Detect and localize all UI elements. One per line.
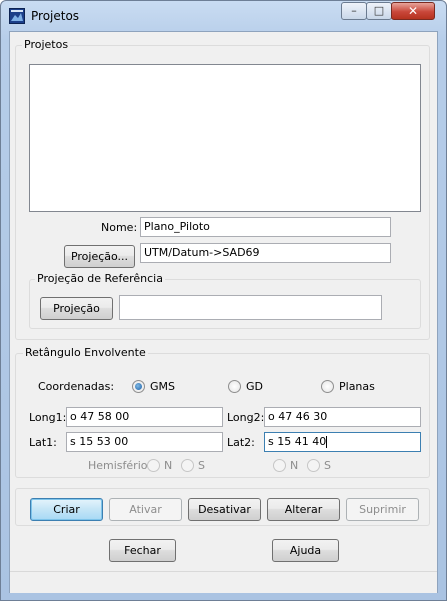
coordenadas-label: Coordenadas: (38, 380, 115, 393)
criar-button[interactable]: Criar (30, 498, 103, 521)
desativar-button[interactable]: Desativar (188, 498, 261, 521)
hemisferio2-n-radio[interactable] (273, 459, 286, 472)
projecao-field[interactable]: UTM/Datum->SAD69 (140, 243, 391, 263)
long1-label: Long1: (29, 411, 67, 424)
long2-label: Long2: (227, 411, 265, 424)
radio-gd-label[interactable]: GD (246, 380, 263, 393)
lat1-field[interactable]: s 15 53 00 (66, 432, 223, 452)
fechar-button[interactable]: Fechar (109, 539, 176, 562)
long2-field[interactable]: o 47 46 30 (264, 407, 421, 427)
radio-planas-label[interactable]: Planas (339, 380, 375, 393)
lat1-label: Lat1: (29, 436, 57, 449)
projecao-button[interactable]: Projeção... (64, 245, 135, 268)
ref-projecao-field[interactable] (119, 295, 382, 320)
app-window: Projetos – □ ✕ Projetos Nome: Plano_Pilo… (0, 0, 447, 601)
lat2-value: s 15 41 40 (268, 435, 327, 448)
nome-label: Nome: (101, 221, 138, 234)
maximize-button[interactable]: □ (366, 2, 392, 20)
projects-list[interactable] (29, 64, 421, 212)
hemisferio-label: Hemisfério: (88, 459, 152, 472)
map-app-icon (9, 8, 25, 24)
ref-projection-group-label: Projeção de Referência (35, 272, 165, 285)
projects-group-label: Projetos (22, 38, 71, 51)
hemisferio1-s-label: S (198, 459, 205, 472)
dialog-body: Projetos Nome: Plano_Piloto Projeção... … (9, 31, 438, 593)
radio-gd[interactable] (228, 380, 241, 393)
text-caret (326, 436, 328, 448)
hemisferio1-n-label: N (164, 459, 173, 472)
suprimir-button[interactable]: Suprimir (346, 498, 419, 521)
minimize-icon: – (351, 4, 357, 17)
maximize-icon: □ (373, 4, 385, 17)
minimize-button[interactable]: – (341, 2, 367, 20)
hemisferio2-s-radio[interactable] (307, 459, 320, 472)
bbox-group-label: Retângulo Envolvente (23, 346, 148, 359)
radio-gms[interactable] (132, 380, 145, 393)
title-bar[interactable]: Projetos – □ ✕ (1, 1, 446, 31)
alterar-button[interactable]: Alterar (267, 498, 340, 521)
close-icon: ✕ (407, 4, 419, 18)
hemisferio1-s-radio[interactable] (181, 459, 194, 472)
radio-gms-label[interactable]: GMS (150, 380, 175, 393)
window-title: Projetos (31, 9, 80, 23)
ajuda-button[interactable]: Ajuda (272, 539, 339, 562)
hemisferio2-n-label: N (290, 459, 299, 472)
hemisferio1-n-radio[interactable] (147, 459, 160, 472)
hemisferio2-s-label: S (324, 459, 331, 472)
radio-planas[interactable] (321, 380, 334, 393)
lat2-label: Lat2: (227, 436, 255, 449)
close-button[interactable]: ✕ (391, 2, 435, 20)
status-bar (10, 571, 437, 593)
ref-projecao-button[interactable]: Projeção (40, 297, 113, 320)
lat2-field[interactable]: s 15 41 40 (264, 432, 421, 452)
nome-field[interactable]: Plano_Piloto (140, 217, 391, 237)
ativar-button[interactable]: Ativar (109, 498, 182, 521)
long1-field[interactable]: o 47 58 00 (66, 407, 223, 427)
